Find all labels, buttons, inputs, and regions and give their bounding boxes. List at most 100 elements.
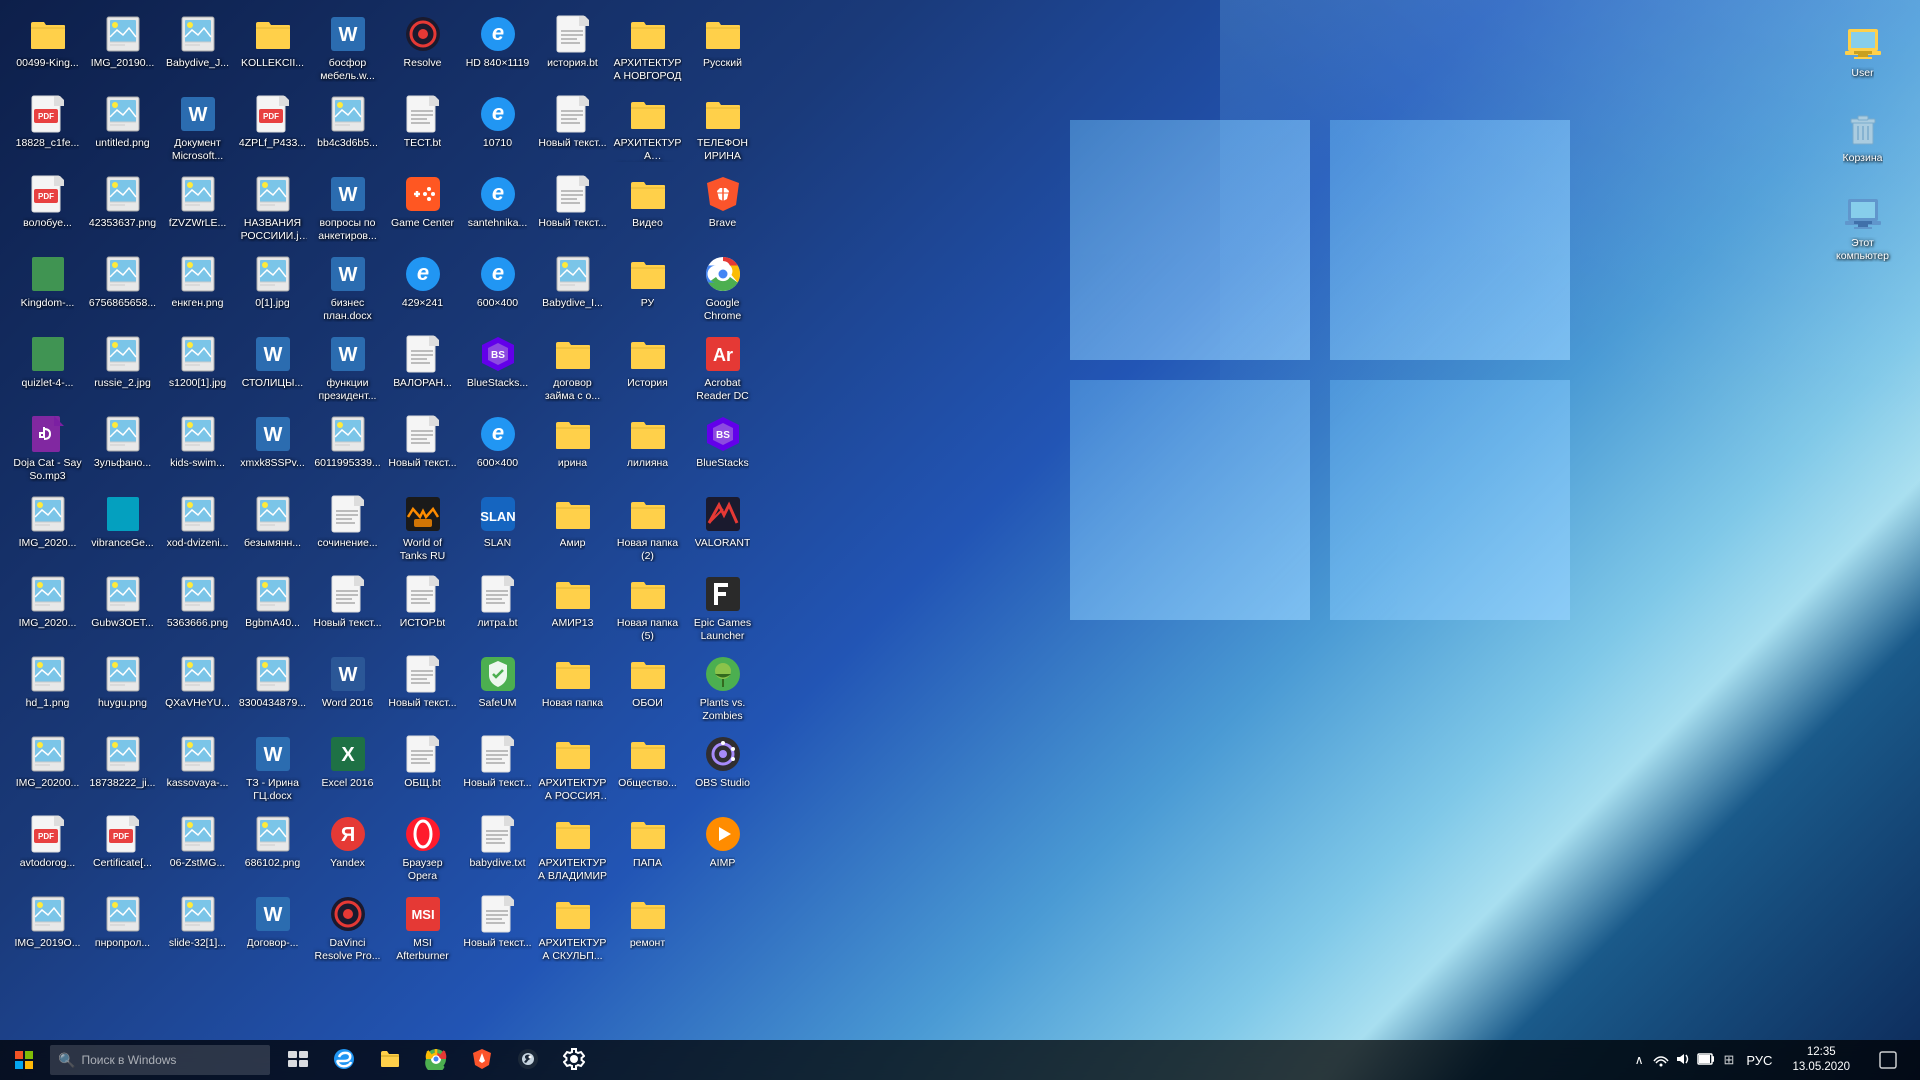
desktop-icon-функции[interactable]: W функции президент... xyxy=(310,330,385,410)
taskbar-app-steam[interactable] xyxy=(506,1040,550,1080)
desktop-icon-Certificate[interactable]: PDF Certificate[... xyxy=(85,810,160,890)
desktop-icon-IMG_20190b[interactable]: IMG_20190... xyxy=(85,10,160,90)
desktop-icon-Новый-текст9c[interactable]: Новый текст... xyxy=(535,90,610,170)
desktop-icon-600x400b[interactable]: e 600×400 xyxy=(460,410,535,490)
desktop-icon-russie_2[interactable]: russie_2.jpg xyxy=(85,330,160,410)
desktop-icon-Браузер-Opera[interactable]: Браузер Opera xyxy=(385,810,460,890)
desktop-icon-Новый-текст7a[interactable]: Новый текст... xyxy=(385,410,460,490)
desktop-icon-6011995339[interactable]: 6011995339... xyxy=(310,410,385,490)
desktop-icon-Новая-папка11b[interactable]: Новая папка (5) xyxy=(610,570,685,650)
desktop-icon-s1200[interactable]: s1200[1].jpg xyxy=(160,330,235,410)
desktop-icon-IMG_20200[interactable]: IMG_20200... xyxy=(10,730,85,810)
taskbar-app-edge[interactable] xyxy=(322,1040,366,1080)
desktop-icon-Epic-Games[interactable]: Epic Games Launcher xyxy=(685,570,760,650)
desktop-icon-Plants-Zombies[interactable]: Plants vs. Zombies xyxy=(685,650,760,730)
tray-network[interactable] xyxy=(1653,1051,1669,1070)
desktop-icon-AIMP[interactable]: AIMP xyxy=(685,810,760,890)
desktop-icon-литра_bt[interactable]: литра.bt xyxy=(460,570,535,650)
desktop-icon-xod-dviz[interactable]: xod-dvizeni... xyxy=(160,490,235,570)
desktop-icon-4ZPLf_P433[interactable]: PDF 4ZPLf_P433... xyxy=(235,90,310,170)
taskbar-app-settings[interactable] xyxy=(552,1040,596,1080)
desktop-icon-MSI-After[interactable]: MSI MSI Afterburner xyxy=(385,890,460,970)
notification-button[interactable] xyxy=(1866,1040,1910,1080)
desktop-icon-АРХИТЕКТУРА-ВЛАДИМИР[interactable]: АРХИТЕКТУРА ВЛАДИМИР xyxy=(535,810,610,890)
desktop-icon-ВАЛОРАН[interactable]: ВАЛОРАН... xyxy=(385,330,460,410)
desktop-icon-безымянн[interactable]: безымянн... xyxy=(235,490,310,570)
desktop-icon-вопросы[interactable]: W вопросы по анкетиров... xyxy=(310,170,385,250)
desktop-icon-ОБОИ[interactable]: ОБОИ xyxy=(610,650,685,730)
desktop-icon-АМИР13[interactable]: АМИР13 xyxy=(535,570,610,650)
desktop-icon-BlueStacks-icon[interactable]: BS BlueStacks xyxy=(685,410,760,490)
desktop-icon-лилияна[interactable]: лилияна xyxy=(610,410,685,490)
desktop-icon-Новая-папка11a[interactable]: Новая папка (2) xyxy=(610,490,685,570)
tray-show-hidden[interactable]: ∧ xyxy=(1631,1051,1648,1069)
desktop-icon-8300434[interactable]: 8300434879... xyxy=(235,650,310,730)
desktop-icon-IMG_20190a[interactable]: IMG_2019O... xyxy=(10,890,85,970)
start-button[interactable] xyxy=(0,1040,48,1080)
desktop-icon-TECT_bt[interactable]: ТЕСТ.bt xyxy=(385,90,460,170)
desktop-icon-IMG_2020a[interactable]: IMG_2020... xyxy=(10,490,85,570)
desktop-icon-СТОЛИЦЫ[interactable]: W СТОЛИЦЫ... xyxy=(235,330,310,410)
desktop-icon-Kingdom[interactable]: Kingdom-... xyxy=(10,250,85,330)
desktop-icon-ТЕЛЕФОН-ИРИНА[interactable]: ТЕЛЕФОН ИРИНА xyxy=(685,90,760,170)
desktop-icon-Видео[interactable]: Видео xyxy=(610,170,685,250)
taskbar-app-brave[interactable] xyxy=(460,1040,504,1080)
desktop-icon-Game-Center[interactable]: Game Center xyxy=(385,170,460,250)
tray-show-desktop-area[interactable]: ⊞ xyxy=(1723,1052,1734,1068)
desktop-icon-Амир[interactable]: Амир xyxy=(535,490,610,570)
desktop-icon-Doja-Cat[interactable]: Doja Cat - Say So.mp3 xyxy=(10,410,85,490)
desktop-icon-бoсфор[interactable]: W бoсфор мебель.w... xyxy=(310,10,385,90)
taskbar-app-explorer[interactable] xyxy=(368,1040,412,1080)
desktop-icon-429x241[interactable]: e 429×241 xyxy=(385,250,460,330)
desktop-icon-сочинение[interactable]: сочинение... xyxy=(310,490,385,570)
desktop-icon-АРХИТЕКТУРА-РОССИЯ[interactable]: АРХИТЕКТУРА РОССИЯ И... xyxy=(535,730,610,810)
desktop-icon-kids-swim[interactable]: kids-swim... xyxy=(160,410,235,490)
desktop-icon-Babydive_i[interactable]: Babydive_I... xyxy=(535,250,610,330)
desktop-icon-3yльфано[interactable]: 3ульфано... xyxy=(85,410,160,490)
desktop-icon-KOLLEKCII[interactable]: KOLLEKCII... xyxy=(235,10,310,90)
desktop-icon-18738222[interactable]: 18738222_ji... xyxy=(85,730,160,810)
desktop-icon-SLAN[interactable]: SLAN SLAN xyxy=(460,490,535,570)
desktop-icon-BgbmA40[interactable]: BgbmA40... xyxy=(235,570,310,650)
desktop-icon-Документ[interactable]: W Документ Microsoft... xyxy=(160,90,235,170)
desktop-icon-kassovaya[interactable]: kassovaya-... xyxy=(160,730,235,810)
desktop-icon-история_bt[interactable]: история.bt xyxy=(535,10,610,90)
desktop-icon-Новый-текст7b[interactable]: Новый текст... xyxy=(385,650,460,730)
desktop-icon-Новый-текст6a[interactable]: Новый текст... xyxy=(310,570,385,650)
desktop-icon-user[interactable]: User xyxy=(1825,20,1900,100)
desktop-icon-quizlet-4[interactable]: quizlet-4-... xyxy=(10,330,85,410)
desktop-icon-BlueStacks-app[interactable]: BS BlueStacks... xyxy=(460,330,535,410)
desktop-icon-trash[interactable]: Корзина xyxy=(1825,105,1900,185)
desktop-icon-santehnika[interactable]: e santehnika... xyxy=(460,170,535,250)
desktop-icon-Resolve[interactable]: Resolve xyxy=(385,10,460,90)
desktop-icon-10710[interactable]: e 10710 xyxy=(460,90,535,170)
desktop-icon-untitled[interactable]: untitled.png xyxy=(85,90,160,170)
desktop-icon-ИСТОР_bt[interactable]: ИСТОР.bt xyxy=(385,570,460,650)
desktop-icon-Gubw3OET[interactable]: Gubw3OET... xyxy=(85,570,160,650)
desktop-icon-600x400[interactable]: e 600×400 xyxy=(460,250,535,330)
desktop-icon-huygu[interactable]: huygu.png xyxy=(85,650,160,730)
desktop-icon-пнропрол[interactable]: пнропрол... xyxy=(85,890,160,970)
desktop-icon-ОБЩ_bt[interactable]: ОБЩ.bt xyxy=(385,730,460,810)
desktop-icon-ирина[interactable]: ирина xyxy=(535,410,610,490)
desktop-icon-енкген[interactable]: енкген.png xyxy=(160,250,235,330)
desktop-icon-IMG_2020b[interactable]: IMG_2020... xyxy=(10,570,85,650)
desktop-icon-xmxk8SSP[interactable]: W xmxk8SSPv... xyxy=(235,410,310,490)
desktop-icon-vibranceGe[interactable]: vibranceGe... xyxy=(85,490,160,570)
desktop-icon-ремонт[interactable]: ремонт xyxy=(610,890,685,970)
desktop-icon-5363666[interactable]: 5363666.png xyxy=(160,570,235,650)
desktop-icon-SafeUM[interactable]: SafeUM xyxy=(460,650,535,730)
desktop-icon-hd_1[interactable]: hd_1.png xyxy=(10,650,85,730)
desktop-icon-ТЗ-Ирина[interactable]: W ТЗ - Ирина ГЦ.docx xyxy=(235,730,310,810)
taskbar-search[interactable]: 🔍 Поиск в Windows xyxy=(50,1045,270,1075)
taskbar-app-chrome[interactable] xyxy=(414,1040,458,1080)
language-indicator[interactable]: РУС xyxy=(1742,1053,1776,1068)
desktop-icon-Google-Chrome[interactable]: Google Chrome xyxy=(685,250,760,330)
desktop-icon-Brave[interactable]: Brave xyxy=(685,170,760,250)
desktop-icon-договор-займа[interactable]: договор займа с о... xyxy=(535,330,610,410)
desktop-icon-avtodorog[interactable]: PDF avtodorog... xyxy=(10,810,85,890)
desktop-icon-Общество[interactable]: Общество... xyxy=(610,730,685,810)
desktop-icon-Babydive[interactable]: Babydive_J... xyxy=(160,10,235,90)
desktop-icon-Русский[interactable]: Русский xyxy=(685,10,760,90)
desktop-icon-vonolobye[interactable]: PDF волобуе... xyxy=(10,170,85,250)
